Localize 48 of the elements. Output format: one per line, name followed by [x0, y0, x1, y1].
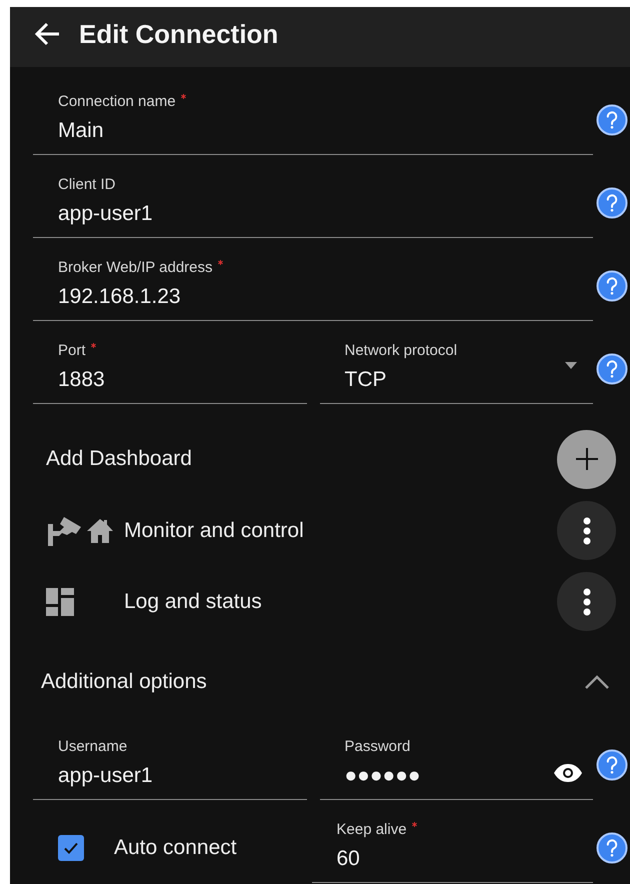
field-value: app-user1	[58, 763, 154, 789]
input-field[interactable]: Port 1883	[33, 321, 306, 404]
dropdown-caret-icon	[565, 362, 577, 369]
input-field[interactable]: Client ID app-user1	[33, 155, 593, 238]
field-label: Username	[58, 737, 128, 757]
field-label: Connection name	[58, 92, 176, 112]
dropdown-field[interactable]: Network protocol TCP	[320, 321, 593, 404]
input-field[interactable]: Connection name Main	[33, 72, 593, 155]
eye-icon[interactable]	[553, 763, 583, 783]
field-value: Main	[58, 118, 105, 144]
field-label: Broker Web/IP address	[58, 258, 213, 278]
field-value: app-user1	[58, 201, 154, 227]
add-dashboard-label: Add Dashboard	[46, 446, 193, 472]
additional-options-header[interactable]: Additional options	[10, 647, 630, 717]
field-value: 1883	[58, 367, 106, 393]
field-value: 60	[336, 846, 361, 872]
field-label: Keep alive	[336, 820, 407, 840]
dashboard-grid-icon	[46, 588, 74, 616]
dashboard-item[interactable]: Log and status	[124, 586, 557, 618]
back-arrow-icon[interactable]	[35, 22, 61, 46]
field-value: TCP	[344, 367, 388, 393]
help-icon[interactable]	[596, 832, 628, 864]
field-value: ●●●●●●	[344, 763, 422, 789]
field-label: Network protocol	[344, 341, 458, 361]
kebab-menu-icon	[582, 588, 590, 616]
home-icon	[86, 518, 114, 544]
input-field[interactable]: Username app-user1	[33, 717, 306, 800]
section-title: Additional options	[41, 669, 208, 696]
dashboard-item[interactable]: Monitor and control	[124, 514, 557, 546]
security-camera-icon	[46, 516, 82, 546]
help-icon[interactable]	[596, 186, 628, 218]
field-value: 192.168.1.23	[58, 284, 182, 310]
field-label: Password	[344, 737, 410, 757]
input-field[interactable]: Password ●●●●●●	[320, 717, 593, 800]
checkbox[interactable]	[58, 834, 84, 860]
input-field[interactable]: Keep alive 60	[312, 800, 593, 883]
page-title: Edit Connection	[79, 18, 278, 51]
plus-icon	[574, 447, 598, 471]
checkbox-label: Auto connect	[114, 834, 237, 861]
help-icon[interactable]	[596, 748, 628, 780]
chevron-up-icon	[584, 674, 610, 690]
input-field[interactable]: Broker Web/IP address 192.168.1.23	[33, 238, 593, 321]
help-icon[interactable]	[596, 352, 628, 384]
help-icon[interactable]	[596, 104, 628, 136]
field-label: Client ID	[58, 175, 116, 195]
field-label: Port	[58, 341, 86, 361]
help-icon[interactable]	[596, 270, 628, 302]
kebab-menu-icon	[582, 516, 590, 544]
